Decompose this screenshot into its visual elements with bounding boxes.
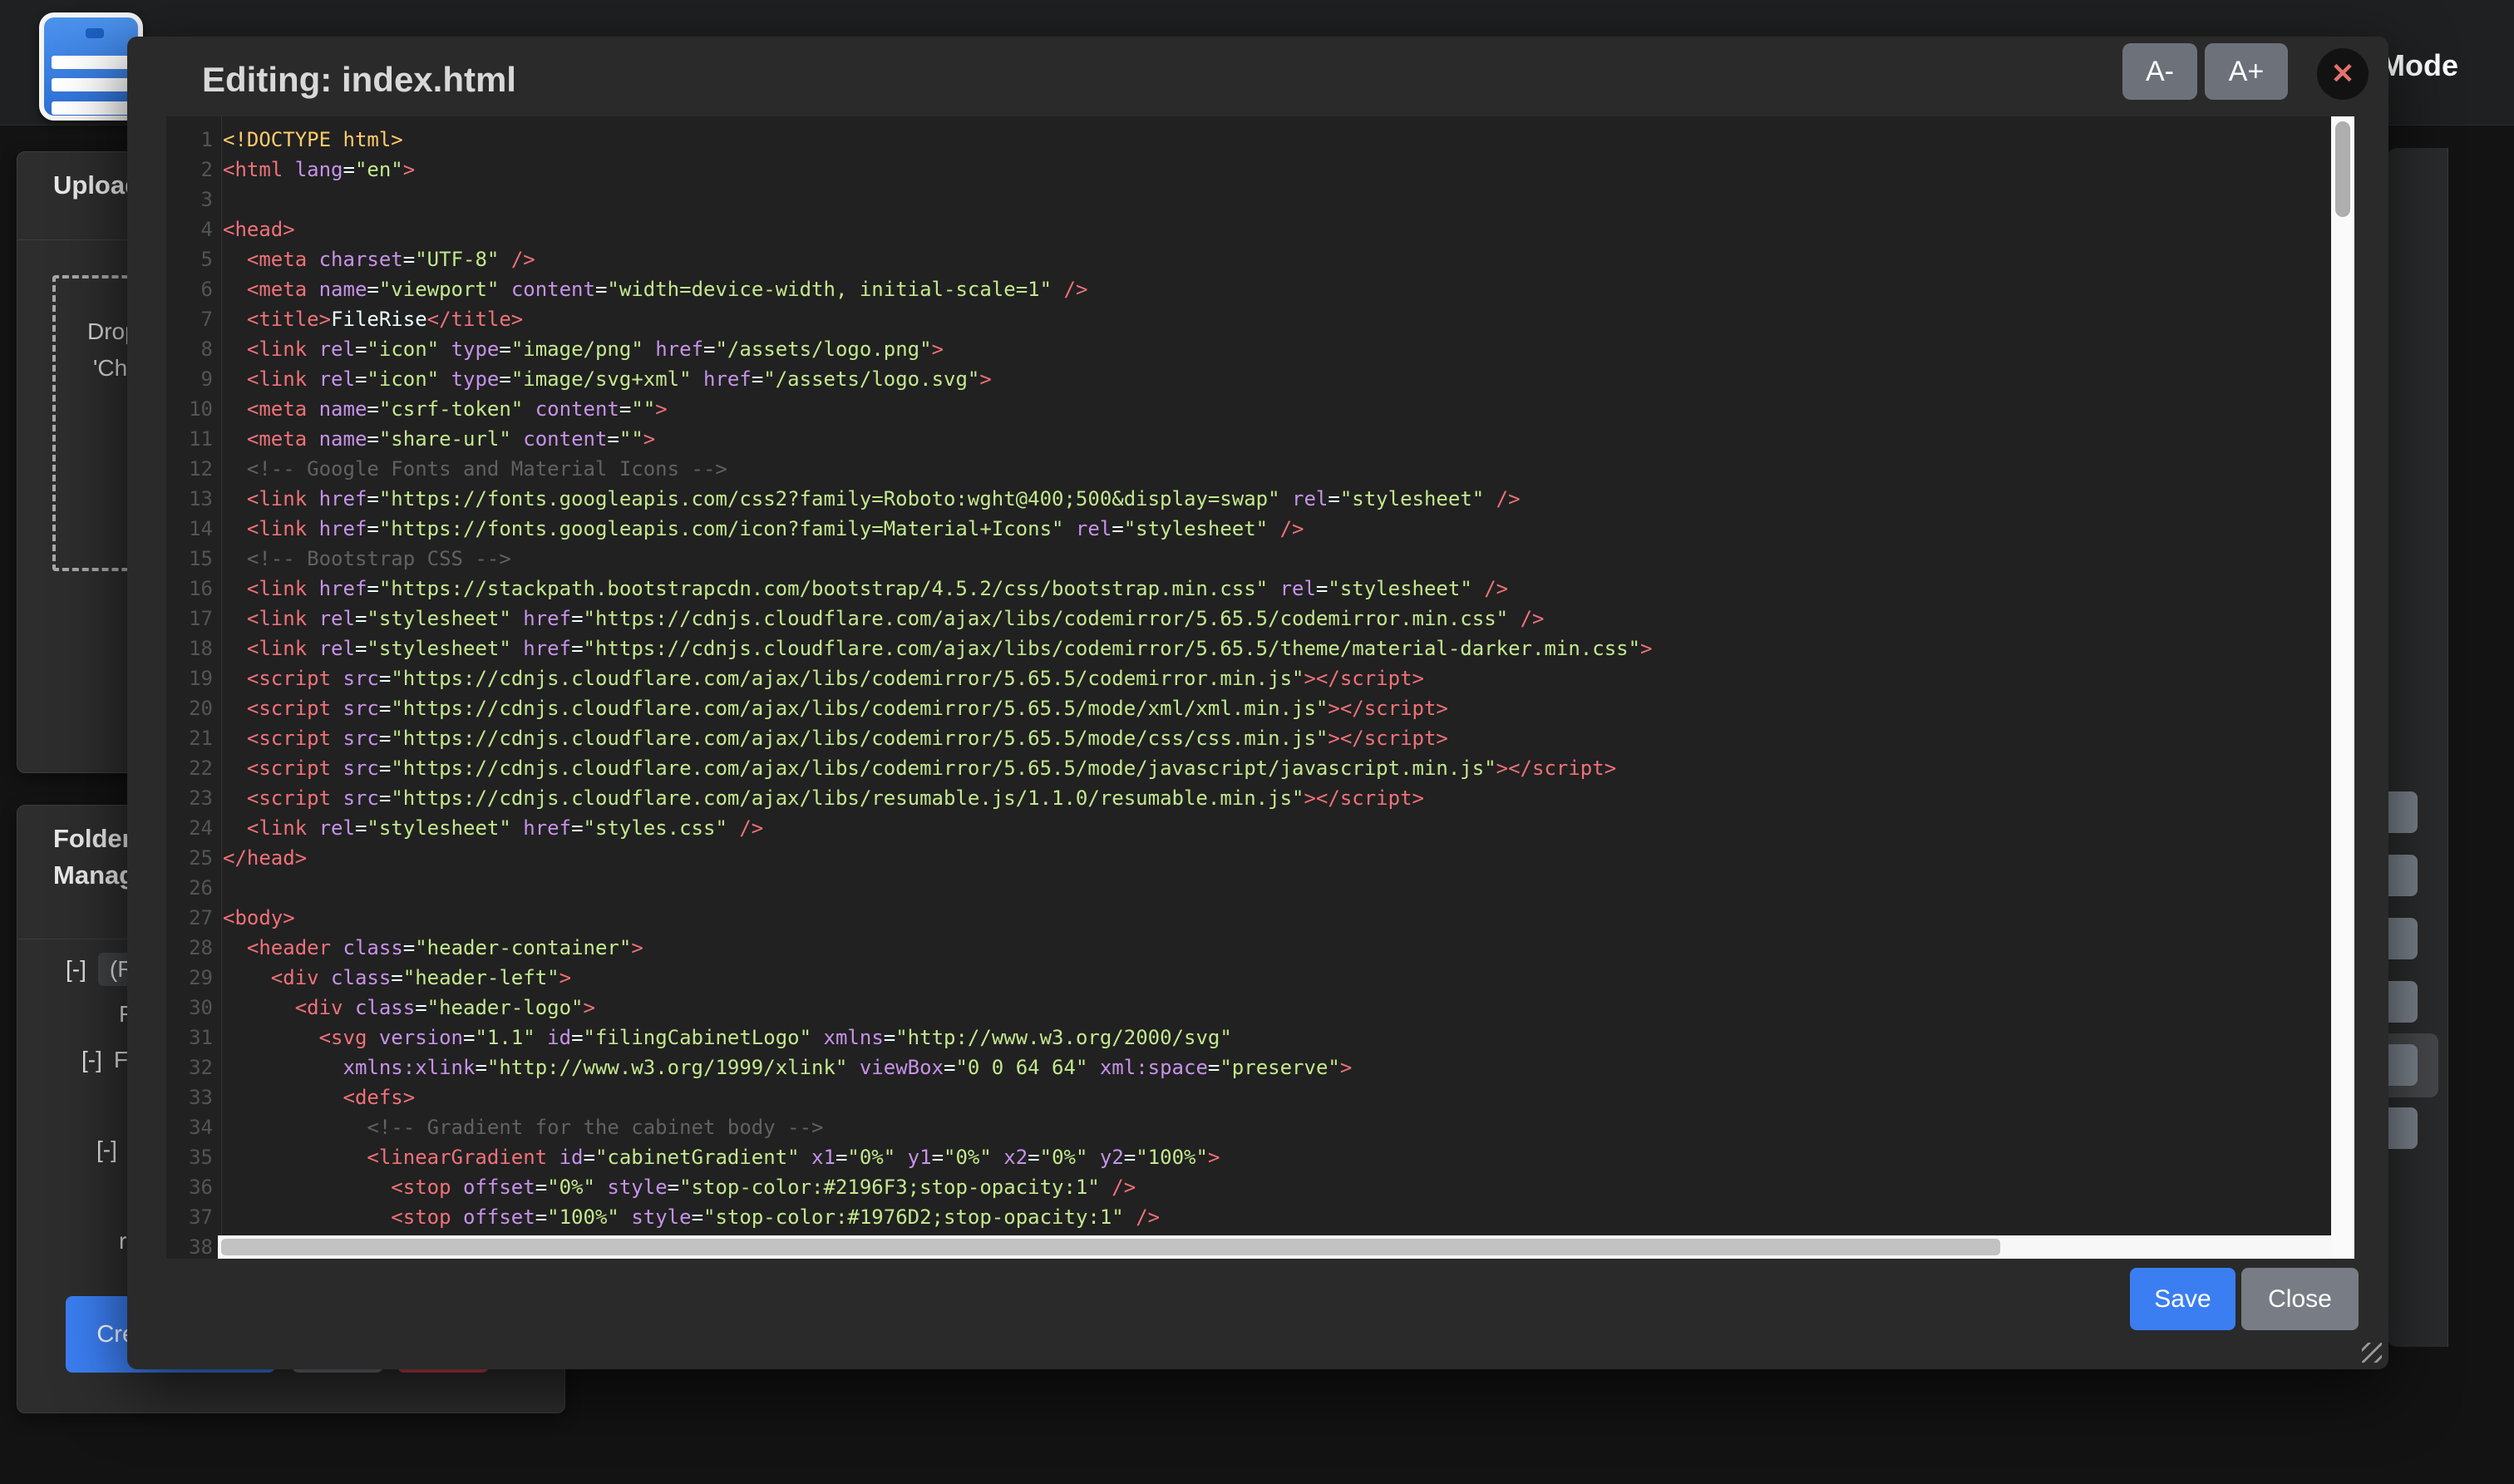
page: Light Mode Upload Drop files here or cli… — [0, 0, 2514, 1484]
code-editor: 1234567891011121314151617181920212223242… — [166, 116, 2354, 1259]
logo-drawer-bar — [52, 78, 131, 91]
action-button-stub[interactable] — [2386, 791, 2418, 833]
vertical-scrollbar-thumb[interactable] — [2335, 121, 2350, 217]
folder-tree-item[interactable]: r — [119, 1228, 126, 1254]
action-button-stub[interactable] — [2386, 918, 2418, 959]
close-icon[interactable]: ✕ — [2317, 48, 2369, 100]
horizontal-scrollbar-thumb[interactable] — [221, 1239, 2000, 1255]
folder-tree-item[interactable]: F — [114, 1047, 128, 1072]
code-lines[interactable]: <!DOCTYPE html><html lang="en"><head> <m… — [166, 116, 2331, 1259]
folder-tree-row[interactable]: r — [119, 1228, 126, 1255]
tree-collapse-toggle[interactable]: [-] — [66, 956, 86, 983]
logo-handle — [86, 28, 104, 38]
font-size-decrease-button[interactable]: A- — [2122, 43, 2197, 100]
tree-collapse-toggle[interactable]: [-] — [81, 1047, 102, 1073]
tree-collapse-toggle[interactable]: [-] — [96, 1136, 117, 1163]
vertical-scrollbar[interactable] — [2331, 116, 2354, 1259]
close-button[interactable]: Close — [2241, 1268, 2359, 1330]
action-button-stub[interactable] — [2386, 855, 2418, 896]
resize-handle[interactable] — [2362, 1343, 2382, 1363]
save-button[interactable]: Save — [2130, 1268, 2235, 1330]
edit-file-modal: Editing: index.html A- A+ ✕ 123456789101… — [127, 37, 2388, 1369]
logo-drawer-bar — [52, 101, 131, 115]
action-button-stub[interactable] — [2386, 981, 2418, 1023]
folder-tree-row[interactable]: [-] — [96, 1136, 129, 1163]
logo-drawer-bar — [52, 56, 131, 69]
horizontal-scrollbar[interactable] — [218, 1235, 2331, 1259]
action-button-stub[interactable] — [2386, 1044, 2418, 1086]
file-list-panel-edge — [2386, 148, 2448, 1347]
font-size-increase-button[interactable]: A+ — [2205, 43, 2288, 100]
action-button-stub[interactable] — [2386, 1107, 2418, 1149]
modal-title: Editing: index.html — [202, 60, 516, 100]
folder-tree-row[interactable]: [-] F — [81, 1047, 128, 1073]
